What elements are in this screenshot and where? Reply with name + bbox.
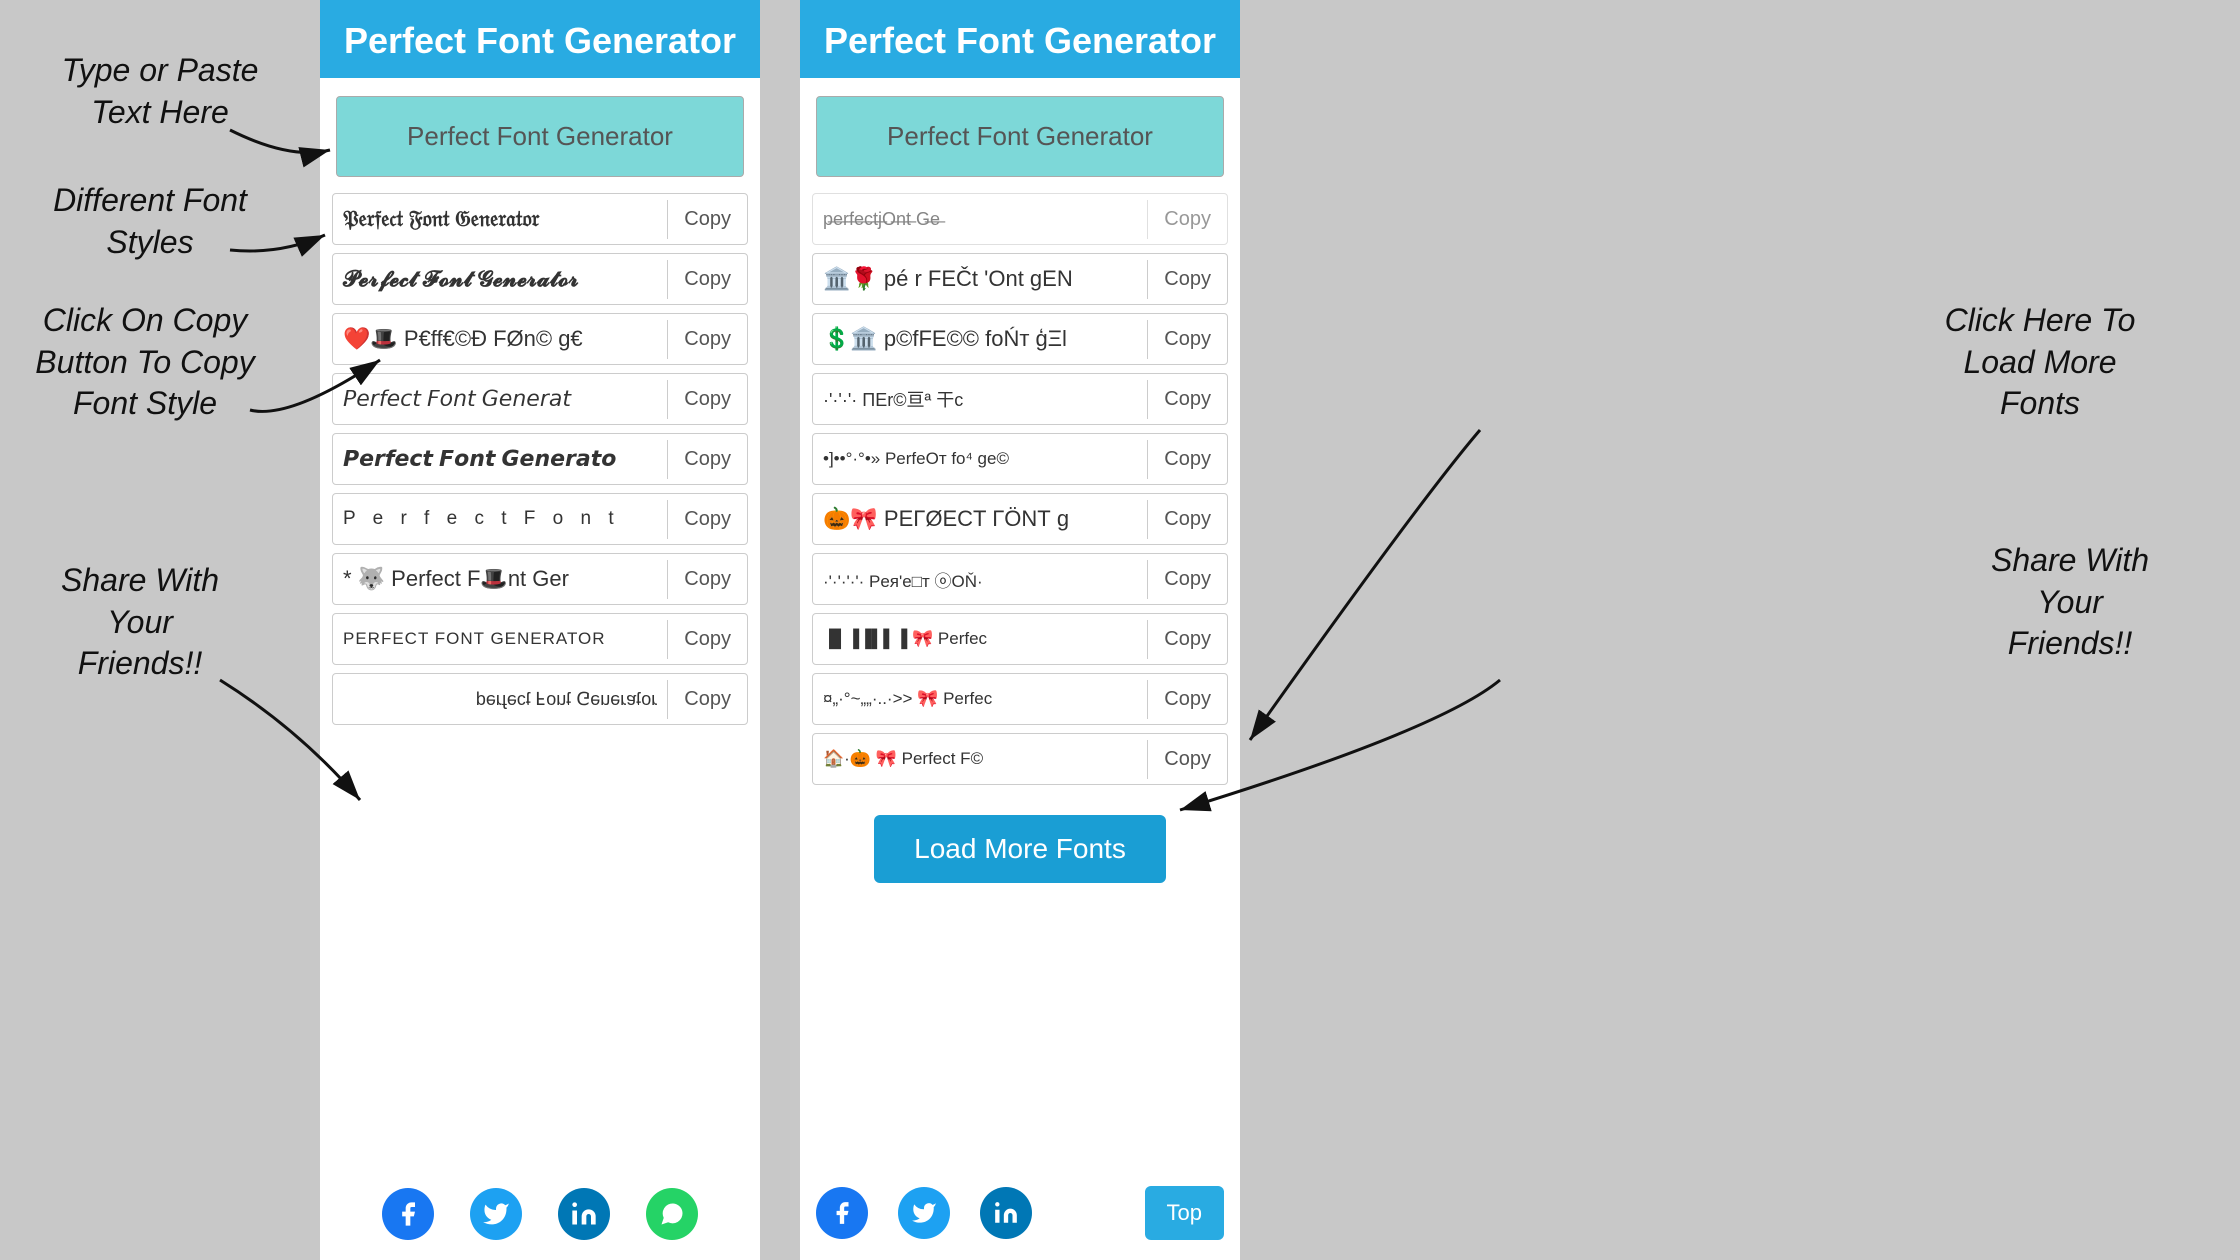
load-more-button[interactable]: Load More Fonts <box>874 815 1166 883</box>
annotation-type-paste: Type or Paste Text Here <box>30 50 290 133</box>
top-button[interactable]: Top <box>1145 1186 1224 1240</box>
font-text: ▐▌▐▐▌▌▐ 🎀 Perfec <box>813 623 1147 655</box>
font-text: 🎃🎀 ΡΕΓØECT ΓÖΝТ g <box>813 500 1147 538</box>
annotation-click-copy: Click On CopyButton To CopyFont Style <box>0 300 290 425</box>
font-row: ɹoʇɐɹǝuǝ⅁ ʇuoℲ ʇɔǝɟɹǝd Copy <box>332 673 748 725</box>
right-text-input[interactable]: Perfect Font Generator <box>816 96 1224 177</box>
copy-button[interactable]: Copy <box>667 200 747 239</box>
font-text: ¤„·°~„„·..·>> 🎀 Perfec <box>813 683 1147 715</box>
text-input[interactable]: Perfect Font Generator <box>336 96 744 177</box>
font-text: 🏛️🌹 pé r FEČt 'Ont gEN <box>813 260 1147 298</box>
copy-button[interactable]: Copy <box>1147 620 1227 659</box>
font-row: 𝘗𝘦𝘳𝘧𝘦𝘤𝘵 𝘍𝘰𝘯𝘵 𝘎𝘦𝘯𝘦𝘳𝘢𝘵 Copy <box>332 373 748 425</box>
font-text: PERFECT FONT GENERATOR <box>333 623 667 655</box>
copy-button[interactable]: Copy <box>1147 320 1227 359</box>
annotation-different-fonts: Different Font Styles <box>10 180 290 263</box>
font-row: * 🐺 Perfect F🎩nt Ger Copy <box>332 553 748 605</box>
font-text: p̶e̶r̶f̶e̶c̶t̶j̶O̶n̶t̶ G̶e̶ <box>813 203 1147 236</box>
font-row: ¤„·°~„„·..·>> 🎀 Perfec Copy <box>812 673 1228 725</box>
annotation-share-left: Share WithYourFriends!! <box>20 560 260 685</box>
font-row: •]••°·°•» PerfеОт fo⁴ ge© Copy <box>812 433 1228 485</box>
font-row: 🎃🎀 ΡΕΓØECT ΓÖΝТ g Copy <box>812 493 1228 545</box>
font-row: 𝙋𝙚𝙧𝙛𝙚𝙘𝙩 𝙁𝙤𝙣𝙩 𝙂𝙚𝙣𝙚𝙧𝙖𝙩𝙤 Copy <box>332 433 748 485</box>
copy-button[interactable]: Copy <box>1147 500 1227 539</box>
copy-button[interactable]: Copy <box>667 320 747 359</box>
font-row: 🏛️🌹 pé r FEČt 'Ont gEN Copy <box>812 253 1228 305</box>
whatsapp-icon[interactable] <box>646 1188 698 1240</box>
copy-button[interactable]: Copy <box>667 680 747 719</box>
left-panel: Perfect Font Generator Perfect Font Gene… <box>320 0 760 1260</box>
font-text: •]••°·°•» PerfеОт fo⁴ ge© <box>813 443 1147 475</box>
linkedin-icon-right[interactable] <box>980 1187 1032 1239</box>
facebook-icon-right[interactable] <box>816 1187 868 1239</box>
font-text: ·'·'·'·'· Pея'е□т ⓞOŇ· <box>813 561 1147 598</box>
font-row: PERFECT FONT GENERATOR Copy <box>332 613 748 665</box>
annotation-click-load: Click Here ToLoad MoreFonts <box>1900 300 2180 425</box>
font-text: 💲🏛️ p©fFE©© foŃт ģΞl <box>813 320 1147 358</box>
font-row: ▐▌▐▐▌▌▐ 🎀 Perfec Copy <box>812 613 1228 665</box>
copy-button[interactable]: Copy <box>1147 380 1227 419</box>
load-more-container: Load More Fonts <box>800 789 1240 909</box>
font-text: ·'·'·'· ΠΕr©亘ª 干c <box>813 380 1147 418</box>
font-row: P e r f e c t F o n t Copy <box>332 493 748 545</box>
font-text: 𝔓𝔢𝔯𝔣𝔢𝔠𝔱 𝔉𝔬𝔫𝔱 𝔊𝔢𝔫𝔢𝔯𝔞𝔱𝔬𝔯 <box>333 200 667 238</box>
facebook-icon[interactable] <box>382 1188 434 1240</box>
font-text: 𝓟𝓮𝓻𝓯𝓮𝓬𝓽 𝓕𝓸𝓷𝓽 𝓖𝓮𝓷𝓮𝓻𝓪𝓽𝓸𝓻 <box>333 260 667 298</box>
font-row: 💲🏛️ p©fFE©© foŃт ģΞl Copy <box>812 313 1228 365</box>
linkedin-icon[interactable] <box>558 1188 610 1240</box>
copy-button[interactable]: Copy <box>667 440 747 479</box>
font-row: ❤️🎩 P€ff€©Ð FØn© g€ Copy <box>332 313 748 365</box>
annotation-share-right: Share WithYourFriends!! <box>1940 540 2200 665</box>
copy-button[interactable]: Copy <box>667 560 747 599</box>
twitter-icon[interactable] <box>470 1188 522 1240</box>
font-text: * 🐺 Perfect F🎩nt Ger <box>333 560 667 598</box>
left-header: Perfect Font Generator <box>320 0 760 78</box>
font-row: 𝔓𝔢𝔯𝔣𝔢𝔠𝔱 𝔉𝔬𝔫𝔱 𝔊𝔢𝔫𝔢𝔯𝔞𝔱𝔬𝔯 Copy <box>332 193 748 245</box>
copy-button[interactable]: Copy <box>1147 560 1227 599</box>
copy-button[interactable]: Copy <box>667 500 747 539</box>
right-header: Perfect Font Generator <box>800 0 1240 78</box>
copy-button[interactable]: Copy <box>1147 740 1227 779</box>
font-text: 𝘗𝘦𝘳𝘧𝘦𝘤𝘵 𝘍𝘰𝘯𝘵 𝘎𝘦𝘯𝘦𝘳𝘢𝘵 <box>333 380 667 418</box>
font-text: ɹoʇɐɹǝuǝ⅁ ʇuoℲ ʇɔǝɟɹǝd <box>333 683 667 716</box>
right-title: Perfect Font Generator <box>816 20 1224 62</box>
right-panel: Perfect Font Generator Perfect Font Gene… <box>800 0 1240 1260</box>
font-row: 🏠·🎃 🎀 Perfect F© Copy <box>812 733 1228 785</box>
font-text: ❤️🎩 P€ff€©Ð FØn© g€ <box>333 320 667 358</box>
font-text: 𝙋𝙚𝙧𝙛𝙚𝙘𝙩 𝙁𝙤𝙣𝙩 𝙂𝙚𝙣𝙚𝙧𝙖𝙩𝙤 <box>333 440 667 478</box>
twitter-icon-right[interactable] <box>898 1187 950 1239</box>
font-text: P e r f e c t F o n t <box>333 502 667 536</box>
bottom-bar-right: Top <box>800 1176 1240 1260</box>
font-row: ·'·'·'· ΠΕr©亘ª 干c Copy <box>812 373 1228 425</box>
copy-button[interactable]: Copy <box>1147 260 1227 299</box>
copy-button[interactable]: Copy <box>667 260 747 299</box>
font-text: 🏠·🎃 🎀 Perfect F© <box>813 743 1147 775</box>
copy-button[interactable]: Copy <box>1147 680 1227 719</box>
right-input-value: Perfect Font Generator <box>887 121 1153 152</box>
copy-button[interactable]: Copy <box>667 620 747 659</box>
copy-button[interactable]: Copy <box>1147 200 1227 239</box>
copy-button[interactable]: Copy <box>1147 440 1227 479</box>
font-row: p̶e̶r̶f̶e̶c̶t̶j̶O̶n̶t̶ G̶e̶ Copy <box>812 193 1228 245</box>
social-bar-left <box>320 1170 760 1260</box>
input-value: Perfect Font Generator <box>407 121 673 152</box>
font-row: 𝓟𝓮𝓻𝓯𝓮𝓬𝓽 𝓕𝓸𝓷𝓽 𝓖𝓮𝓷𝓮𝓻𝓪𝓽𝓸𝓻 Copy <box>332 253 748 305</box>
left-title: Perfect Font Generator <box>336 20 744 62</box>
font-row: ·'·'·'·'· Pея'е□т ⓞOŇ· Copy <box>812 553 1228 605</box>
copy-button[interactable]: Copy <box>667 380 747 419</box>
